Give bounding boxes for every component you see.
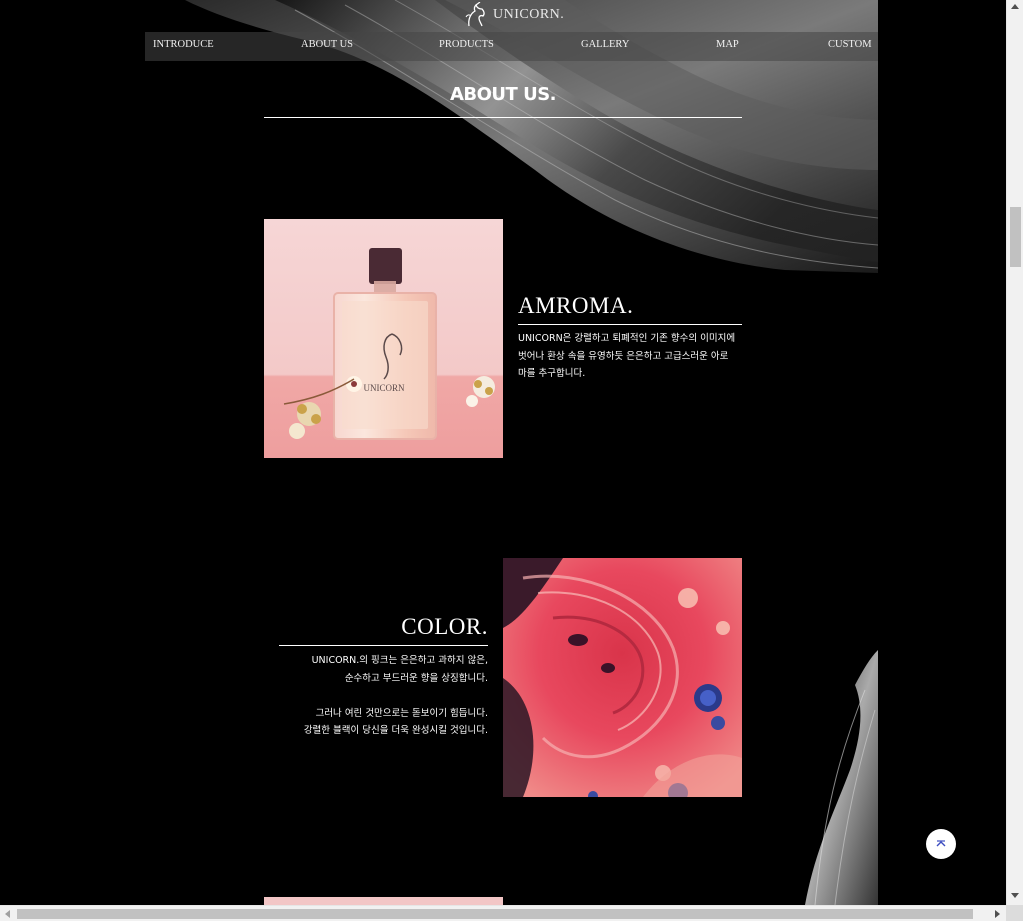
nav-item-custom[interactable]: CUSTOM bbox=[828, 39, 872, 50]
text-line: 마를 추구합니다. bbox=[518, 368, 586, 379]
scrollbar-corner bbox=[1006, 905, 1023, 921]
brand-name: UNICORN. bbox=[493, 7, 565, 22]
section-text-aroma: UNICORN은 강렬하고 퇴폐적인 기존 향수의 이미지에 벗어나 환상 속을… bbox=[518, 330, 748, 383]
pink-fluid-art-photo bbox=[503, 558, 742, 797]
horizontal-scroll-thumb[interactable] bbox=[17, 909, 973, 919]
section-text-color: UNICORN.의 핑크는 은은하고 과하지 않은, 순수하고 부드러운 향을 … bbox=[258, 652, 488, 740]
vertical-scrollbar[interactable] bbox=[1006, 0, 1023, 905]
unicorn-head-icon bbox=[465, 2, 485, 27]
nav-item-about-us[interactable]: ABOUT US bbox=[301, 39, 353, 50]
title-divider bbox=[264, 117, 742, 118]
vertical-scroll-thumb[interactable] bbox=[1010, 207, 1021, 267]
nav-item-map[interactable]: MAP bbox=[716, 39, 739, 50]
nav-item-gallery[interactable]: GALLERY bbox=[581, 39, 629, 50]
nav-item-introduce[interactable]: INTRODUCE bbox=[153, 39, 214, 50]
text-line: 벗어나 환상 속을 유영하듯 은은하고 고급스러운 아로 bbox=[518, 350, 729, 362]
chevron-up-icon bbox=[936, 840, 946, 847]
scroll-up-arrow-icon[interactable] bbox=[1011, 4, 1019, 9]
section-divider-aroma bbox=[518, 324, 742, 325]
text-line: 순수하고 부드러운 향을 상징합니다. bbox=[344, 672, 488, 684]
page: UNICORN. INTRODUCE ABOUT US PRODUCTS GAL… bbox=[145, 0, 878, 905]
brand-logo[interactable]: UNICORN. bbox=[463, 2, 564, 28]
text-line: 그러나 여린 것만으로는 돋보이기 힘듭니다. bbox=[315, 707, 488, 719]
section-divider-color bbox=[279, 645, 488, 646]
scroll-right-arrow-icon[interactable] bbox=[995, 910, 1000, 918]
text-line: UNICORN은 강렬하고 퇴폐적인 기존 향수의 이미지에 bbox=[518, 333, 736, 344]
text-line: 강렬한 블랙이 당신을 더욱 완성시킬 것입니다. bbox=[303, 725, 488, 736]
scroll-down-arrow-icon[interactable] bbox=[1011, 893, 1019, 898]
section-title-color: COLOR. bbox=[401, 614, 488, 639]
page-title: ABOUT US. bbox=[449, 84, 557, 105]
horizontal-scrollbar[interactable] bbox=[0, 905, 1006, 921]
nav-item-products[interactable]: PRODUCTS bbox=[439, 39, 494, 50]
next-section-photo bbox=[264, 897, 503, 905]
section-title-aroma: AMROMA. bbox=[518, 293, 634, 318]
main-nav: INTRODUCE ABOUT US PRODUCTS GALLERY MAP … bbox=[145, 32, 878, 61]
silk-background-bottom bbox=[805, 650, 878, 905]
perfume-bottle-photo: UNICORN bbox=[264, 219, 503, 458]
text-line: UNICORN.의 핑크는 은은하고 과하지 않은, bbox=[311, 655, 488, 666]
scroll-left-arrow-icon[interactable] bbox=[5, 910, 10, 918]
browser-viewport: UNICORN. INTRODUCE ABOUT US PRODUCTS GAL… bbox=[0, 0, 1006, 905]
text-line bbox=[258, 687, 488, 705]
scroll-top-button[interactable] bbox=[926, 829, 956, 859]
svg-text:UNICORN: UNICORN bbox=[363, 383, 405, 393]
